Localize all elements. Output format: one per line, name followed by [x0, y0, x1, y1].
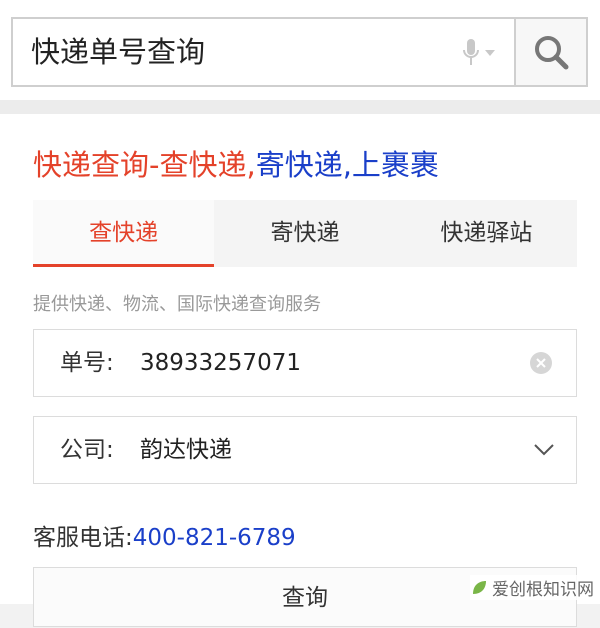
tracking-number-label: 单号:: [60, 350, 114, 376]
clear-icon[interactable]: [530, 352, 552, 374]
search-bar: 快递单号查询: [0, 0, 600, 100]
chevron-down-icon[interactable]: [533, 441, 555, 457]
service-hint: 提供快递、物流、国际快递查询服务: [33, 294, 321, 315]
watermark-text: 爱创根知识网: [492, 580, 594, 600]
tab-express-station[interactable]: 快递驿站: [396, 200, 577, 267]
tracking-number-input[interactable]: 38933257071: [140, 330, 301, 396]
tracking-number-field[interactable]: 单号: 38933257071: [33, 329, 577, 397]
microphone-icon[interactable]: [459, 37, 499, 69]
search-input[interactable]: 快递单号查询: [31, 19, 205, 85]
tab-send-express[interactable]: 寄快递: [214, 200, 395, 267]
search-button[interactable]: [516, 17, 588, 87]
tab-check-express[interactable]: 查快递: [33, 200, 215, 267]
divider: [0, 100, 600, 114]
tab-bar: 查快递 寄快递 快递驿站: [33, 200, 577, 267]
leaf-logo-icon: [473, 580, 486, 594]
card-title[interactable]: 快递查询-查快递,寄快递,上裹裹: [33, 142, 439, 184]
customer-service-phone[interactable]: 400-821-6789: [133, 525, 296, 551]
company-select[interactable]: 公司: 韵达快递: [33, 416, 577, 484]
search-icon: [535, 36, 569, 70]
search-box[interactable]: 快递单号查询: [11, 17, 516, 87]
company-label: 公司:: [60, 437, 114, 463]
watermark: 爱创根知识网: [470, 575, 594, 600]
express-query-card: 快递查询-查快递,寄快递,上裹裹 查快递 寄快递 快递驿站 提供快递、物流、国际…: [0, 114, 600, 627]
customer-service-label: 客服电话:: [33, 525, 133, 551]
customer-service: 客服电话:400-821-6789: [33, 518, 296, 552]
company-value[interactable]: 韵达快递: [140, 417, 232, 483]
